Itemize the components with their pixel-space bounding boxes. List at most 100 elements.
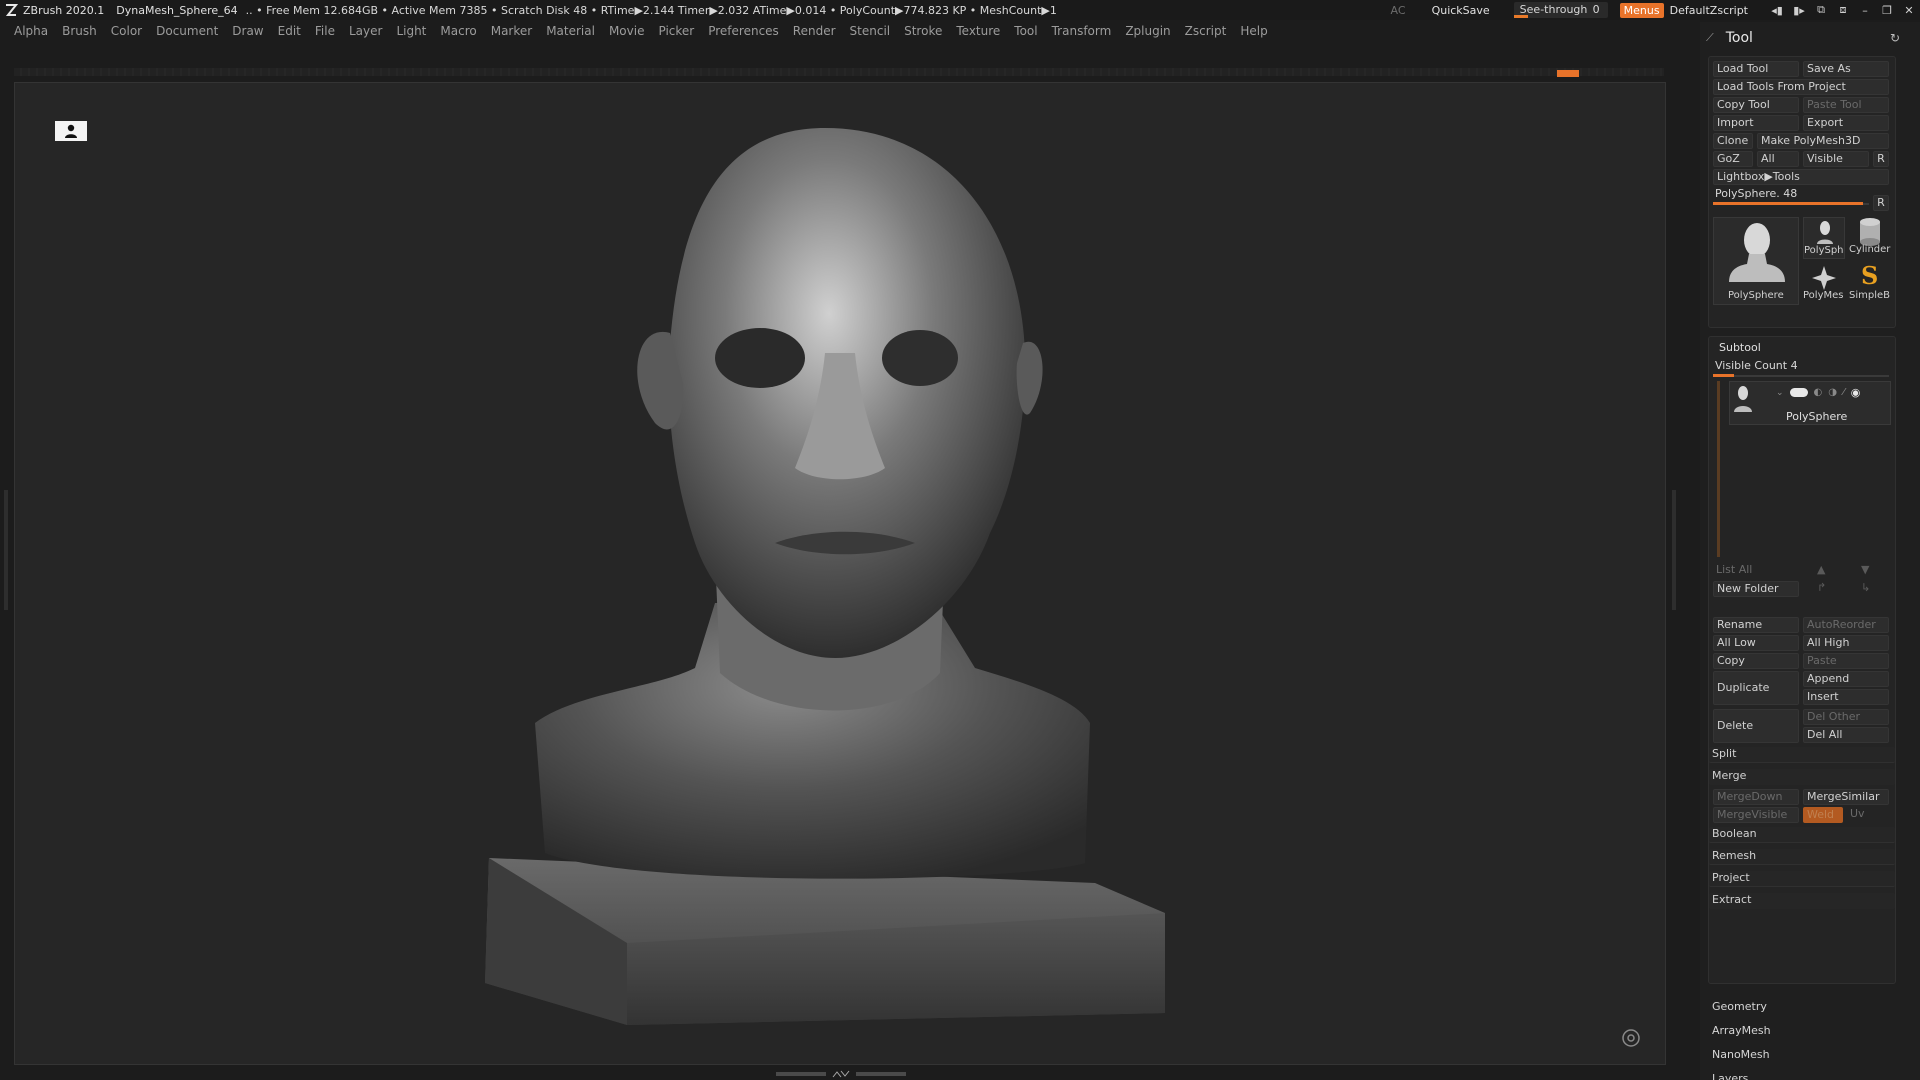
duplicate-button[interactable]: Duplicate	[1713, 671, 1799, 705]
move-up-icon[interactable]: ▲	[1817, 563, 1825, 576]
goz-all-button[interactable]: All	[1757, 151, 1799, 167]
reset-icon[interactable]: ↻	[1890, 31, 1900, 45]
ac-button[interactable]: AC	[1391, 4, 1406, 17]
all-low-button[interactable]: All Low	[1713, 635, 1799, 651]
quicksave-button[interactable]: QuickSave	[1432, 4, 1490, 17]
nanomesh-subpalette[interactable]: NanoMesh	[1712, 1048, 1770, 1061]
lightbox-tools-button[interactable]: Lightbox▶Tools	[1713, 169, 1889, 185]
clone-button[interactable]: Clone	[1713, 133, 1753, 149]
menus-button[interactable]: Menus	[1619, 2, 1664, 18]
cylinder-thumbnail[interactable]: Cylinder	[1849, 217, 1891, 259]
menu-macro[interactable]: Macro	[440, 24, 476, 38]
subtool-eye-icon[interactable]: ◉	[1851, 386, 1861, 399]
remesh-section[interactable]: Remesh	[1709, 849, 1895, 865]
polysph-small-thumbnail[interactable]: PolySph	[1803, 217, 1845, 259]
tool-r-button[interactable]: R	[1873, 195, 1889, 211]
subtool-paint-icon[interactable]: ⁄	[1843, 387, 1845, 398]
del-all-button[interactable]: Del All	[1803, 727, 1889, 743]
layers-subpalette[interactable]: Layers	[1712, 1072, 1748, 1080]
menu-preferences[interactable]: Preferences	[708, 24, 779, 38]
new-folder-button[interactable]: New Folder	[1713, 581, 1799, 597]
uv-toggle[interactable]: Uv	[1847, 807, 1889, 823]
menu-color[interactable]: Color	[111, 24, 142, 38]
menu-tool[interactable]: Tool	[1014, 24, 1037, 38]
load-tool-button[interactable]: Load Tool	[1713, 61, 1799, 77]
layout-swap-icon[interactable]: ⧈	[1832, 2, 1854, 18]
menu-movie[interactable]: Movie	[609, 24, 645, 38]
make-polymesh3d-button[interactable]: Make PolyMesh3D	[1757, 133, 1889, 149]
boolean-section[interactable]: Boolean	[1709, 827, 1895, 843]
palette-left-icon[interactable]: ◂▮	[1766, 2, 1788, 18]
rename-button[interactable]: Rename	[1713, 617, 1799, 633]
split-section[interactable]: Split	[1709, 747, 1895, 763]
subtool-half-icon[interactable]: ◐	[1814, 387, 1823, 398]
insert-button[interactable]: Insert	[1803, 689, 1889, 705]
append-button[interactable]: Append	[1803, 671, 1889, 687]
see-through-slider[interactable]: See-through 0	[1513, 2, 1608, 18]
restore-icon[interactable]: ❐	[1876, 2, 1898, 18]
subtool-title[interactable]: Subtool	[1719, 341, 1761, 354]
menu-draw[interactable]: Draw	[232, 24, 263, 38]
extract-section[interactable]: Extract	[1709, 893, 1895, 909]
paste-button[interactable]: Paste	[1803, 653, 1889, 669]
all-high-button[interactable]: All High	[1803, 635, 1889, 651]
menu-marker[interactable]: Marker	[491, 24, 532, 38]
simplebrush-thumbnail[interactable]: S SimpleB	[1849, 261, 1891, 305]
merge-visible-button[interactable]: MergeVisible	[1713, 807, 1799, 823]
subtool-polyframe-icon[interactable]: ◑	[1828, 387, 1837, 398]
list-all-button[interactable]: List All	[1713, 563, 1799, 579]
polymesh-thumbnail[interactable]: PolyMes	[1803, 263, 1845, 305]
menu-edit[interactable]: Edit	[278, 24, 301, 38]
export-button[interactable]: Export	[1803, 115, 1889, 131]
close-icon[interactable]: ✕	[1898, 2, 1920, 18]
menu-layer[interactable]: Layer	[349, 24, 382, 38]
visible-count-slider[interactable]	[1713, 375, 1889, 377]
merge-down-button[interactable]: MergeDown	[1713, 789, 1799, 805]
auto-reorder-button[interactable]: AutoReorder	[1803, 617, 1889, 633]
import-button[interactable]: Import	[1713, 115, 1799, 131]
move-into-folder-icon[interactable]: ↱	[1817, 581, 1826, 594]
menu-zscript[interactable]: Zscript	[1185, 24, 1227, 38]
save-as-button[interactable]: Save As	[1803, 61, 1889, 77]
weld-toggle[interactable]: Weld	[1803, 807, 1843, 823]
default-zscript-button[interactable]: DefaultZscript	[1670, 4, 1748, 17]
delete-button[interactable]: Delete	[1713, 709, 1799, 743]
project-section[interactable]: Project	[1709, 871, 1895, 887]
menu-render[interactable]: Render	[793, 24, 836, 38]
menu-transform[interactable]: Transform	[1052, 24, 1112, 38]
subtool-toggle-icon[interactable]	[1789, 388, 1808, 397]
geometry-subpalette[interactable]: Geometry	[1712, 1000, 1767, 1013]
palette-right-icon[interactable]: ▮▸	[1788, 2, 1810, 18]
layout-icon[interactable]: ⧉	[1810, 2, 1832, 18]
menu-zplugin[interactable]: Zplugin	[1125, 24, 1170, 38]
goz-visible-button[interactable]: Visible	[1803, 151, 1869, 167]
del-other-button[interactable]: Del Other	[1803, 709, 1889, 725]
menu-alpha[interactable]: Alpha	[14, 24, 48, 38]
subtool-brush-icon[interactable]: ⌄	[1776, 388, 1784, 398]
merge-section[interactable]: Merge	[1709, 769, 1895, 785]
load-tools-from-project-button[interactable]: Load Tools From Project	[1713, 79, 1889, 95]
menu-material[interactable]: Material	[546, 24, 595, 38]
menu-texture[interactable]: Texture	[956, 24, 1000, 38]
subtool-list-scrollbar[interactable]	[1717, 381, 1720, 557]
goz-r-button[interactable]: R	[1873, 151, 1889, 167]
pin-icon[interactable]: ⟋	[1706, 31, 1714, 45]
right-tray-handle[interactable]	[1672, 490, 1676, 610]
merge-similar-button[interactable]: MergeSimilar	[1803, 789, 1889, 805]
paste-tool-button[interactable]: Paste Tool	[1803, 97, 1889, 113]
bottom-tray-handle[interactable]	[776, 1070, 906, 1078]
menu-brush[interactable]: Brush	[62, 24, 97, 38]
menu-help[interactable]: Help	[1240, 24, 1267, 38]
menu-picker[interactable]: Picker	[658, 24, 694, 38]
menu-light[interactable]: Light	[396, 24, 426, 38]
polysphere-thumbnail[interactable]: PolySphere	[1713, 217, 1799, 305]
minimize-icon[interactable]: –	[1854, 2, 1876, 18]
subtool-row[interactable]: ⌄ ◐ ◑ ⁄ ◉ PolySphere	[1729, 381, 1891, 425]
goz-button[interactable]: GoZ	[1713, 151, 1753, 167]
canvas-viewport[interactable]	[14, 82, 1666, 1065]
copy-button[interactable]: Copy	[1713, 653, 1799, 669]
arraymesh-subpalette[interactable]: ArrayMesh	[1712, 1024, 1771, 1037]
menu-document[interactable]: Document	[156, 24, 218, 38]
menu-file[interactable]: File	[315, 24, 335, 38]
menu-stroke[interactable]: Stroke	[904, 24, 942, 38]
